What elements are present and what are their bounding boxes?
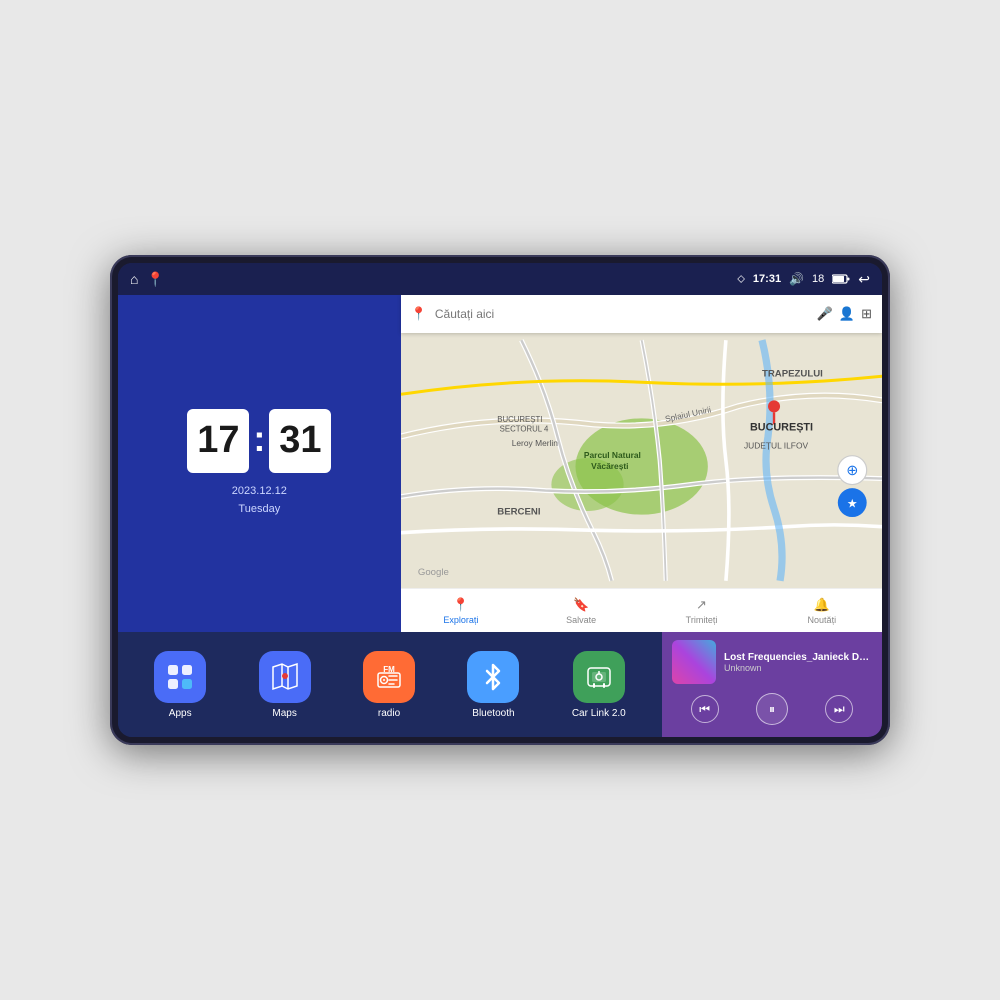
- next-button[interactable]: ⏭: [825, 695, 853, 723]
- share-label: Trimiteți: [686, 615, 718, 625]
- signal-strength: 18: [812, 273, 824, 285]
- music-player: Lost Frequencies_Janieck Devy-... Unknow…: [662, 632, 882, 737]
- svg-text:BERCENI: BERCENI: [497, 507, 541, 518]
- app-item-maps[interactable]: Maps: [259, 651, 311, 719]
- map-area[interactable]: ⊕ ★ TRAPEZULUI BUCUREȘTI JUDEȚUL ILFOV B…: [401, 333, 882, 588]
- car-display-device: ⌂ 📍 ⬦ 17:31 🔊 18: [110, 255, 890, 745]
- apps-row: Apps Maps: [118, 632, 662, 737]
- voice-search-icon[interactable]: 🎤: [817, 306, 833, 322]
- prev-button[interactable]: ⏮: [691, 695, 719, 723]
- svg-text:TRAPEZULUI: TRAPEZULUI: [762, 368, 823, 379]
- svg-text:FM: FM: [383, 665, 395, 674]
- app-item-radio[interactable]: FM radio: [363, 651, 415, 719]
- battery-icon: [832, 274, 850, 284]
- volume-icon[interactable]: 🔊: [789, 272, 804, 286]
- app-item-apps[interactable]: Apps: [154, 651, 206, 719]
- left-panel-clock: 17 : 31 2023.12.12 Tuesday: [118, 295, 401, 632]
- svg-text:JUDEȚUL ILFOV: JUDEȚUL ILFOV: [744, 440, 809, 450]
- device-screen: ⌂ 📍 ⬦ 17:31 🔊 18: [118, 263, 882, 737]
- map-pin-icon[interactable]: 📍: [146, 271, 163, 288]
- svg-text:Văcărești: Văcărești: [591, 461, 628, 471]
- svg-text:⊕: ⊕: [846, 463, 858, 479]
- play-pause-button[interactable]: ⏸: [756, 693, 788, 725]
- svg-text:BUCUREȘTI: BUCUREȘTI: [497, 415, 542, 424]
- saved-label: Salvate: [566, 615, 596, 625]
- status-bar-right: ⬦ 17:31 🔊 18 ↩: [737, 271, 870, 288]
- status-bar-left: ⌂ 📍: [130, 271, 164, 288]
- album-art: [672, 640, 716, 684]
- apps-label: Apps: [169, 708, 192, 719]
- svg-text:Google: Google: [418, 567, 449, 578]
- map-bottom-bar: 📍 Explorați 🔖 Salvate ↗ Trimiteți 🔔 Nout…: [401, 588, 882, 632]
- svg-text:Leroy Merlin: Leroy Merlin: [511, 438, 558, 448]
- bluetooth-icon-wrap: [467, 651, 519, 703]
- maps-icon: [259, 651, 311, 703]
- svg-text:BUCUREȘTI: BUCUREȘTI: [750, 421, 813, 433]
- home-icon[interactable]: ⌂: [130, 271, 138, 287]
- bottom-panel: Apps Maps: [118, 632, 882, 737]
- map-nav-explore[interactable]: 📍 Explorați: [401, 597, 521, 625]
- map-nav-share[interactable]: ↗ Trimiteți: [641, 597, 761, 625]
- date-info: 2023.12.12 Tuesday: [232, 483, 287, 518]
- svg-text:Parcul Natural: Parcul Natural: [584, 450, 641, 460]
- clock-colon: :: [253, 418, 265, 460]
- share-icon: ↗: [696, 597, 707, 613]
- music-info: Lost Frequencies_Janieck Devy-... Unknow…: [724, 652, 872, 673]
- explore-icon: 📍: [453, 597, 469, 613]
- clock-widget: 17 : 31: [187, 409, 331, 473]
- svg-text:SECTORUL 4: SECTORUL 4: [499, 425, 548, 434]
- saved-icon: 🔖: [573, 597, 589, 613]
- back-button[interactable]: ↩: [858, 271, 870, 288]
- map-nav-news[interactable]: 🔔 Noutăți: [762, 597, 882, 625]
- navigation-icon: ⬦: [737, 273, 745, 286]
- music-top: Lost Frequencies_Janieck Devy-... Unknow…: [672, 640, 872, 684]
- clock-minutes: 31: [269, 409, 331, 473]
- map-roads-svg: ⊕ ★ TRAPEZULUI BUCUREȘTI JUDEȚUL ILFOV B…: [401, 333, 882, 588]
- apps-icon: [154, 651, 206, 703]
- account-icon[interactable]: 👤: [839, 306, 855, 322]
- bluetooth-label: Bluetooth: [472, 708, 514, 719]
- map-search-bar: 📍 Căutați aici 🎤 👤 ⊞: [401, 295, 882, 333]
- news-label: Noutăți: [808, 615, 837, 625]
- map-search-placeholder[interactable]: Căutați aici: [435, 307, 809, 321]
- main-content: 17 : 31 2023.12.12 Tuesday 📍 Căutați aic…: [118, 295, 882, 632]
- svg-text:★: ★: [847, 496, 858, 510]
- day-text: Tuesday: [232, 501, 287, 519]
- right-panel-map: 📍 Căutați aici 🎤 👤 ⊞: [401, 295, 882, 632]
- status-time: 17:31: [753, 273, 781, 285]
- map-search-pin-icon: 📍: [411, 306, 427, 322]
- music-controls: ⏮ ⏸ ⏭: [672, 689, 872, 729]
- radio-label: radio: [378, 708, 400, 719]
- map-background: ⊕ ★ TRAPEZULUI BUCUREȘTI JUDEȚUL ILFOV B…: [401, 333, 882, 588]
- app-item-carlink[interactable]: Car Link 2.0: [572, 651, 626, 719]
- news-icon: 🔔: [814, 597, 830, 613]
- radio-icon: FM: [363, 651, 415, 703]
- status-bar: ⌂ 📍 ⬦ 17:31 🔊 18: [118, 263, 882, 295]
- clock-hours: 17: [187, 409, 249, 473]
- date-text: 2023.12.12: [232, 483, 287, 501]
- carlink-label: Car Link 2.0: [572, 708, 626, 719]
- music-artist: Unknown: [724, 663, 872, 673]
- maps-label: Maps: [272, 708, 296, 719]
- map-nav-saved[interactable]: 🔖 Salvate: [521, 597, 641, 625]
- music-title: Lost Frequencies_Janieck Devy-...: [724, 652, 872, 663]
- explore-label: Explorați: [443, 615, 478, 625]
- carlink-icon: [573, 651, 625, 703]
- map-search-icons: 🎤 👤 ⊞: [817, 306, 872, 322]
- layers-icon[interactable]: ⊞: [861, 306, 872, 322]
- app-item-bluetooth[interactable]: Bluetooth: [467, 651, 519, 719]
